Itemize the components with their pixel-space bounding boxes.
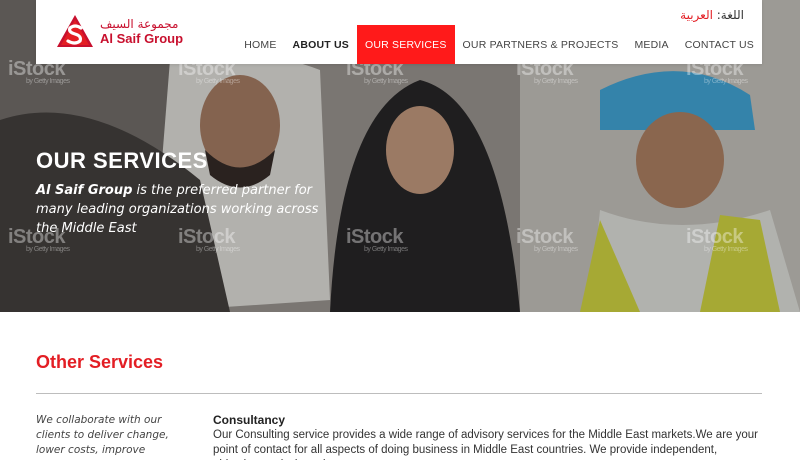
logo-english-name: Al Saif Group xyxy=(100,31,184,46)
istock-watermark: iStock by Getty Images xyxy=(686,226,748,253)
nav-home[interactable]: HOME xyxy=(236,25,284,64)
section-divider xyxy=(36,393,762,394)
istock-watermark: iStock by Getty Images xyxy=(346,226,408,253)
service-description: Our Consulting service provides a wide r… xyxy=(213,429,758,460)
section-title: Other Services xyxy=(36,352,164,372)
language-link-arabic[interactable]: العربية xyxy=(680,8,713,22)
service-title: Consultancy xyxy=(213,413,286,427)
main-nav: HOME ABOUT US OUR SERVICES OUR PARTNERS … xyxy=(236,25,762,64)
nav-media[interactable]: MEDIA xyxy=(626,25,676,64)
logo-arabic-name: مجموعة السيف xyxy=(100,17,179,31)
intro-side-text: We collaborate with our clients to deliv… xyxy=(36,414,169,460)
hero-subtitle-brand: Al Saif Group xyxy=(36,183,133,198)
nav-about-us[interactable]: ABOUT US xyxy=(285,25,357,64)
al-saif-logo-icon xyxy=(57,15,93,47)
site-header: مجموعة السيف Al Saif Group اللغة: العربي… xyxy=(36,0,762,64)
istock-watermark: iStock by Getty Images xyxy=(516,226,578,253)
site-logo[interactable]: مجموعة السيف Al Saif Group xyxy=(56,14,186,50)
nav-partners-projects[interactable]: OUR PARTNERS & PROJECTS xyxy=(455,25,627,64)
nav-our-services[interactable]: OUR SERVICES xyxy=(356,25,455,64)
hero-title: OUR SERVICES xyxy=(36,148,208,173)
hero-subtitle: Al Saif Group is the preferred partner f… xyxy=(36,181,336,238)
language-switcher: اللغة: العربية xyxy=(680,8,744,22)
language-label: اللغة: xyxy=(716,8,744,22)
nav-contact-us[interactable]: CONTACT US xyxy=(677,25,762,64)
